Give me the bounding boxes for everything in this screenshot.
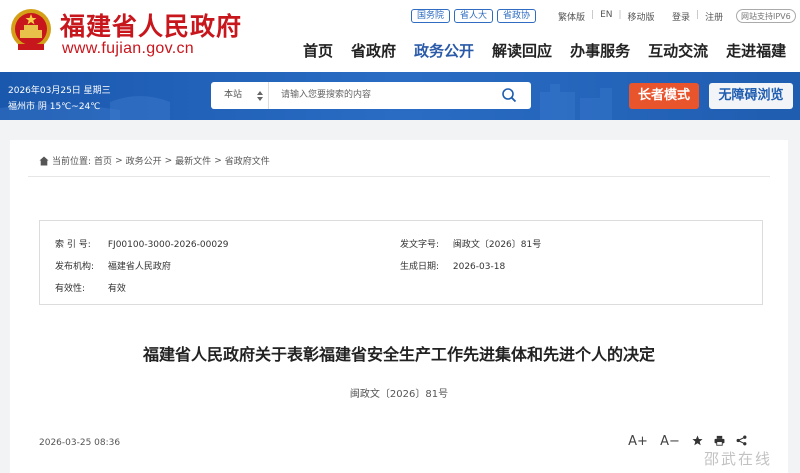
- breadcrumb-prefix: 当前位置:: [52, 157, 92, 167]
- breadcrumb: 当前位置: 首页 > 政务公开 > 最新文件 > 省政府文件: [39, 154, 270, 167]
- site-name[interactable]: 福建省人民政府: [60, 7, 242, 43]
- meta-value: 有效: [107, 284, 126, 294]
- meta-index: 索 引 号: FJ00100-3000-2026-00029: [55, 237, 229, 250]
- account-links: 登录 | 注册: [672, 10, 723, 23]
- meta-value: 福建省人民政府: [107, 262, 171, 272]
- nav-services[interactable]: 办事服务: [570, 40, 630, 61]
- meta-value: 2026-03-18: [452, 262, 506, 272]
- main-nav: 首页 省政府 政务公开 解读回应 办事服务 互动交流 走进福建: [303, 40, 786, 61]
- breadcrumb-latest-docs[interactable]: 最新文件: [175, 154, 211, 167]
- search-button[interactable]: [487, 82, 531, 109]
- star-icon: [691, 435, 703, 445]
- link-cppcc[interactable]: 省政协: [497, 9, 537, 23]
- font-increase-button[interactable]: A+: [622, 434, 654, 449]
- meta-validity: 有效性: 有效: [55, 281, 126, 294]
- meta-value: 闽政文〔2026〕81号: [452, 240, 542, 250]
- share-icon: [736, 435, 746, 445]
- document-title: 福建省人民政府关于表彰福建省安全生产工作先进集体和先进个人的决定: [142, 345, 655, 364]
- site-header: 福建省人民政府 www.fujian.gov.cn 国务院 省人大 省政协 繁体…: [0, 0, 800, 72]
- breadcrumb-home[interactable]: 首页: [94, 154, 112, 167]
- nav-home[interactable]: 首页: [303, 40, 333, 61]
- link-traditional[interactable]: 繁体版: [558, 10, 585, 23]
- nav-interaction[interactable]: 互动交流: [648, 40, 708, 61]
- link-provincial-congress[interactable]: 省人大: [454, 9, 494, 23]
- breadcrumb-provincial-docs[interactable]: 省政府文件: [225, 154, 270, 167]
- search-scope-label: 本站: [224, 90, 243, 100]
- nav-government[interactable]: 省政府: [351, 40, 396, 61]
- printer-icon: [714, 435, 724, 446]
- nav-interpretation[interactable]: 解读回应: [492, 40, 552, 61]
- meta-value: FJ00100-3000-2026-00029: [107, 240, 229, 250]
- article-tools: A+ A−: [622, 434, 752, 449]
- meta-label: 生成日期:: [400, 262, 440, 272]
- nav-about-fujian[interactable]: 走进福建: [726, 40, 786, 61]
- meta-label: 有效性:: [55, 284, 86, 294]
- link-state-council[interactable]: 国务院: [411, 9, 451, 23]
- login-link[interactable]: 登录: [672, 10, 690, 23]
- article-card: 当前位置: 首页 > 政务公开 > 最新文件 > 省政府文件 索 引 号: FJ…: [10, 140, 788, 473]
- document-metadata: 索 引 号: FJ00100-3000-2026-00029 发文字号: 闽政文…: [39, 220, 763, 305]
- search-input[interactable]: 请输入您要搜索的内容: [281, 82, 371, 109]
- elder-mode-button[interactable]: 长者模式: [629, 83, 699, 109]
- accessibility-button[interactable]: 无障碍浏览: [709, 83, 793, 109]
- meta-label: 发布机构:: [55, 262, 95, 272]
- language-links: 繁体版 | EN | 移动版: [558, 10, 655, 23]
- register-link[interactable]: 注册: [705, 10, 723, 23]
- font-decrease-button[interactable]: A−: [654, 434, 686, 449]
- ipv6-badge: 网站支持IPV6: [736, 9, 796, 23]
- home-icon: [39, 156, 49, 165]
- separator: |: [696, 10, 700, 20]
- search-icon: [502, 88, 517, 103]
- site-domain: www.fujian.gov.cn: [62, 40, 194, 57]
- print-button[interactable]: [708, 435, 730, 449]
- favorite-button[interactable]: [686, 435, 708, 449]
- link-english[interactable]: EN: [600, 10, 612, 23]
- top-links: 国务院 省人大 省政协: [411, 9, 537, 23]
- divider: [28, 176, 770, 177]
- watermark: 邵武在线: [704, 450, 773, 468]
- meta-doc-number: 发文字号: 闽政文〔2026〕81号: [400, 237, 541, 250]
- nav-gov-affairs[interactable]: 政务公开: [414, 40, 474, 61]
- search-bar: 本站 请输入您要搜索的内容: [211, 82, 531, 109]
- share-button[interactable]: [730, 435, 752, 449]
- publish-time: 2026-03-25 08:36: [39, 438, 121, 448]
- meta-issuer: 发布机构: 福建省人民政府: [55, 259, 171, 272]
- breadcrumb-separator: >: [164, 155, 173, 166]
- link-mobile[interactable]: 移动版: [628, 10, 655, 23]
- updown-arrow-icon: [257, 91, 263, 101]
- separator: |: [591, 10, 595, 20]
- national-emblem-icon[interactable]: [6, 6, 56, 56]
- document-number: 闽政文〔2026〕81号: [349, 389, 449, 400]
- breadcrumb-gov-affairs[interactable]: 政务公开: [126, 154, 162, 167]
- meta-date: 生成日期: 2026-03-18: [400, 259, 505, 272]
- meta-label: 索 引 号:: [55, 240, 91, 250]
- weather-info: 福州市 阴 15℃~24℃: [8, 102, 101, 112]
- separator: |: [618, 10, 622, 20]
- current-date: 2026年03月25日 星期三: [8, 86, 111, 96]
- breadcrumb-separator: >: [214, 155, 222, 166]
- breadcrumb-separator: >: [115, 155, 123, 166]
- meta-label: 发文字号:: [400, 240, 440, 250]
